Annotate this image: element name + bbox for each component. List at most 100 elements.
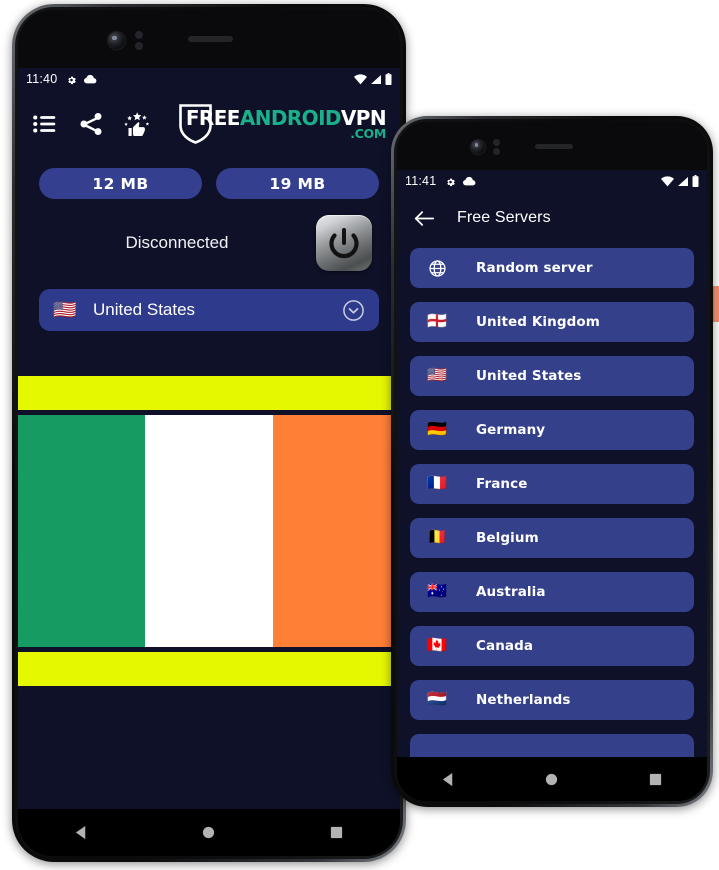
wifi-icon bbox=[354, 73, 367, 85]
signal-icon bbox=[677, 176, 689, 187]
selected-server-name: United States bbox=[93, 300, 196, 319]
free-servers-list[interactable]: Random server 🏴󠁧󠁢󠁥󠁮󠁧󠁿 United Kingdom 🇺🇸 … bbox=[397, 244, 707, 774]
phone2-status-bar: 11:41 bbox=[397, 170, 707, 192]
earpiece-speaker bbox=[535, 144, 573, 149]
battery-icon bbox=[692, 175, 699, 187]
status-bar-clock: 11:41 bbox=[405, 174, 437, 188]
au-flag-icon: 🇦🇺 bbox=[427, 583, 447, 600]
list-item[interactable]: 🇳🇱 Netherlands bbox=[410, 680, 694, 720]
logo-word-com: .COM bbox=[350, 125, 386, 141]
phone2-glass: 11:41 bbox=[397, 122, 707, 801]
server-selector-wrap: 🇺🇸 United States bbox=[18, 271, 400, 331]
list-item[interactable]: 🇧🇪 Belgium bbox=[410, 518, 694, 558]
ca-flag-icon: 🇨🇦 bbox=[427, 637, 447, 654]
server-name: Random server bbox=[476, 260, 593, 276]
phone2-screen: 11:41 bbox=[397, 170, 707, 801]
toolbar-action-icons bbox=[32, 111, 150, 137]
list-item[interactable]: 🇦🇺 Australia bbox=[410, 572, 694, 612]
server-name: United Kingdom bbox=[476, 314, 600, 330]
light-sensor-icon bbox=[135, 42, 143, 50]
home-circle-icon[interactable] bbox=[544, 772, 559, 787]
phone1-top-bezel bbox=[18, 10, 400, 68]
power-toggle-button[interactable] bbox=[316, 215, 372, 271]
status-bar-right-icons bbox=[661, 175, 699, 187]
fr-flag-icon: 🇫🇷 bbox=[427, 475, 447, 492]
list-item[interactable]: 🇫🇷 France bbox=[410, 464, 694, 504]
logo-word-free: FREE bbox=[185, 105, 241, 130]
phone-device-primary: 11:40 FREEANDROIDVPN .COM 12 MB 19 MB Di… bbox=[12, 4, 406, 862]
phone1-system-nav-bar bbox=[18, 809, 400, 856]
nl-flag-icon: 🇳🇱 bbox=[427, 691, 447, 708]
front-camera-icon bbox=[108, 32, 125, 49]
recents-square-icon[interactable] bbox=[648, 772, 663, 787]
phone1-glass: 11:40 FREEANDROIDVPN .COM 12 MB 19 MB Di… bbox=[18, 10, 400, 856]
upload-usage-pill[interactable]: 19 MB bbox=[216, 168, 379, 199]
list-menu-icon[interactable] bbox=[32, 111, 58, 137]
server-name: Australia bbox=[476, 584, 546, 600]
status-bar-right-icons bbox=[354, 73, 392, 85]
ad-bottom-bar bbox=[18, 652, 400, 686]
connection-status-text: Disconnected bbox=[125, 233, 229, 252]
list-item[interactable]: 🏴󠁧󠁢󠁥󠁮󠁧󠁿 United Kingdom bbox=[410, 302, 694, 342]
back-arrow-icon[interactable] bbox=[413, 209, 435, 228]
home-circle-icon[interactable] bbox=[201, 825, 216, 840]
gear-icon bbox=[445, 176, 456, 187]
screenshot-root: 11:40 FREEANDROIDVPN .COM 12 MB 19 MB Di… bbox=[0, 0, 719, 870]
status-bar-left-icons bbox=[66, 74, 97, 85]
back-triangle-icon[interactable] bbox=[74, 825, 89, 840]
flag-stripe-white bbox=[145, 415, 273, 647]
us-flag-icon: 🇺🇸 bbox=[427, 367, 447, 384]
uk-flag-icon: 🏴󠁧󠁢󠁥󠁮󠁧󠁿 bbox=[427, 313, 447, 330]
wifi-icon bbox=[661, 175, 674, 187]
status-bar-left-icons bbox=[445, 176, 476, 187]
back-triangle-icon[interactable] bbox=[441, 772, 456, 787]
logo-word-android: ANDROID bbox=[239, 105, 342, 130]
share-icon[interactable] bbox=[78, 111, 104, 137]
signal-icon bbox=[370, 74, 382, 85]
server-name: Belgium bbox=[476, 530, 539, 546]
list-item[interactable]: 🇨🇦 Canada bbox=[410, 626, 694, 666]
light-sensor-icon bbox=[493, 148, 500, 155]
chevron-down-circle-icon[interactable] bbox=[342, 299, 365, 322]
list-item[interactable]: 🇩🇪 Germany bbox=[410, 410, 694, 450]
power-button-wrap bbox=[312, 215, 376, 271]
server-name: Canada bbox=[476, 638, 534, 654]
earpiece-speaker bbox=[188, 36, 233, 42]
battery-icon bbox=[385, 73, 392, 85]
phone1-status-bar: 11:40 bbox=[18, 68, 400, 90]
recents-square-icon[interactable] bbox=[329, 825, 344, 840]
be-flag-icon: 🇧🇪 bbox=[427, 529, 447, 546]
proximity-sensor-icon bbox=[135, 31, 143, 39]
globe-icon bbox=[424, 259, 450, 278]
advertisement-banner[interactable] bbox=[18, 376, 400, 686]
logo-wordmark: FREEANDROIDVPN .COM bbox=[185, 105, 387, 141]
gear-icon bbox=[66, 74, 77, 85]
selected-server-button[interactable]: 🇺🇸 United States bbox=[39, 289, 379, 331]
connection-status-row: Disconnected bbox=[18, 199, 400, 271]
server-name: United States bbox=[476, 368, 582, 384]
cloud-icon bbox=[84, 74, 97, 84]
rate-thumbs-up-icon[interactable] bbox=[124, 111, 150, 137]
de-flag-icon: 🇩🇪 bbox=[427, 421, 447, 438]
list-item[interactable]: Random server bbox=[410, 248, 694, 288]
phone2-top-bezel bbox=[397, 122, 707, 170]
phone2-system-nav-bar bbox=[397, 757, 707, 801]
flag-stripe-orange bbox=[272, 415, 400, 647]
cloud-icon bbox=[463, 176, 476, 186]
app-logo: FREEANDROIDVPN .COM bbox=[178, 103, 387, 145]
page-title: Free Servers bbox=[457, 209, 551, 226]
phone-device-secondary: 11:41 bbox=[391, 116, 713, 807]
server-name: France bbox=[476, 476, 528, 492]
traffic-counters: 12 MB 19 MB bbox=[18, 158, 400, 199]
flag-stripe-green bbox=[18, 415, 146, 647]
phone1-screen: 11:40 FREEANDROIDVPN .COM 12 MB 19 MB Di… bbox=[18, 68, 400, 856]
download-usage-pill[interactable]: 12 MB bbox=[39, 168, 202, 199]
phone1-toolbar: FREEANDROIDVPN .COM bbox=[18, 90, 400, 158]
phone2-app-bar: Free Servers bbox=[397, 192, 707, 244]
ad-top-bar bbox=[18, 376, 400, 410]
us-flag-icon: 🇺🇸 bbox=[53, 299, 77, 321]
server-name: Netherlands bbox=[476, 692, 571, 708]
proximity-sensor-icon bbox=[493, 139, 500, 146]
list-item[interactable]: 🇺🇸 United States bbox=[410, 356, 694, 396]
status-bar-clock: 11:40 bbox=[26, 72, 58, 86]
